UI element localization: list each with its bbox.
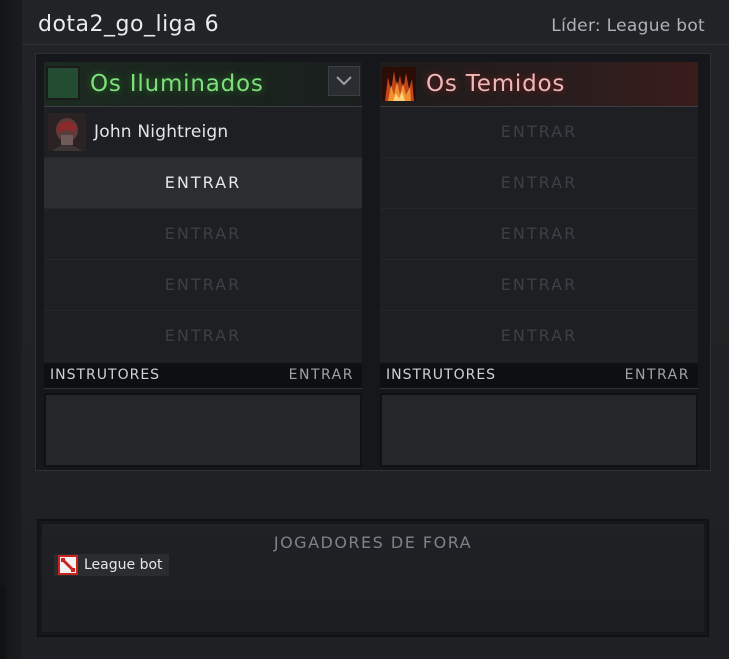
dire-slot-1-join[interactable]: ENTRAR [380, 107, 698, 158]
team-radiant-name: Os Iluminados [90, 71, 264, 97]
left-edge-strip [0, 0, 22, 659]
radiant-coaches-label: INSTRUTORES [50, 367, 161, 383]
radiant-slot-3-join[interactable]: ENTRAR [44, 209, 362, 260]
dota-logo-icon [58, 555, 78, 575]
player-avatar [48, 113, 86, 151]
dire-slot-2-join[interactable]: ENTRAR [380, 158, 698, 209]
radiant-slot-1[interactable]: John Nightreign [44, 107, 362, 158]
chevron-down-icon [336, 76, 352, 86]
dire-coaches-area [380, 393, 698, 467]
dire-slot-3-join[interactable]: ENTRAR [380, 209, 698, 260]
lobby-leader: Líder: League bot [551, 16, 705, 36]
unassigned-players-panel: JOGADORES DE FORA League bot [37, 519, 709, 637]
dire-team-logo-icon [382, 67, 416, 101]
dire-coaches-header: INSTRUTORES ENTRAR [380, 364, 698, 389]
radiant-slot-5-join[interactable]: ENTRAR [44, 311, 362, 362]
radiant-coaches-join-button[interactable]: ENTRAR [289, 367, 354, 383]
hero-portrait-icon [48, 113, 86, 151]
dire-coaches-join-button[interactable]: ENTRAR [625, 367, 690, 383]
team-dire-header: Os Temidos [380, 62, 698, 107]
lobby-panel: dota2_go_liga 6 Líder: League bot Os Ilu… [22, 0, 729, 659]
team-dire-name: Os Temidos [426, 71, 566, 97]
team-options-dropdown[interactable] [328, 66, 360, 96]
team-logo-placeholder-icon [46, 66, 80, 100]
radiant-slot-2-join[interactable]: ENTRAR [44, 158, 362, 209]
player-name[interactable]: John Nightreign [94, 107, 228, 157]
team-radiant-header: Os Iluminados [44, 62, 362, 107]
radiant-coaches-area [44, 393, 362, 467]
unassigned-player-chip[interactable]: League bot [54, 554, 169, 576]
radiant-slot-4-join[interactable]: ENTRAR [44, 260, 362, 311]
teams-container: Os Iluminados John Nightreign ENTRAR ENT… [35, 53, 711, 471]
unassigned-players-area: JOGADORES DE FORA League bot [42, 524, 704, 632]
dire-slot-4-join[interactable]: ENTRAR [380, 260, 698, 311]
left-edge-notch [0, 585, 6, 659]
team-dire: Os Temidos ENTRAR ENTRAR ENTRAR ENTRAR E… [380, 62, 698, 467]
radiant-coaches-header: INSTRUTORES ENTRAR [44, 364, 362, 389]
unassigned-player-name: League bot [84, 557, 163, 573]
team-radiant: Os Iluminados John Nightreign ENTRAR ENT… [44, 62, 362, 467]
lobby-name: dota2_go_liga 6 [38, 12, 220, 37]
dire-slot-5-join[interactable]: ENTRAR [380, 311, 698, 362]
lobby-header: dota2_go_liga 6 Líder: League bot [22, 0, 729, 45]
unassigned-players-title: JOGADORES DE FORA [273, 533, 473, 552]
dire-coaches-label: INSTRUTORES [386, 367, 497, 383]
